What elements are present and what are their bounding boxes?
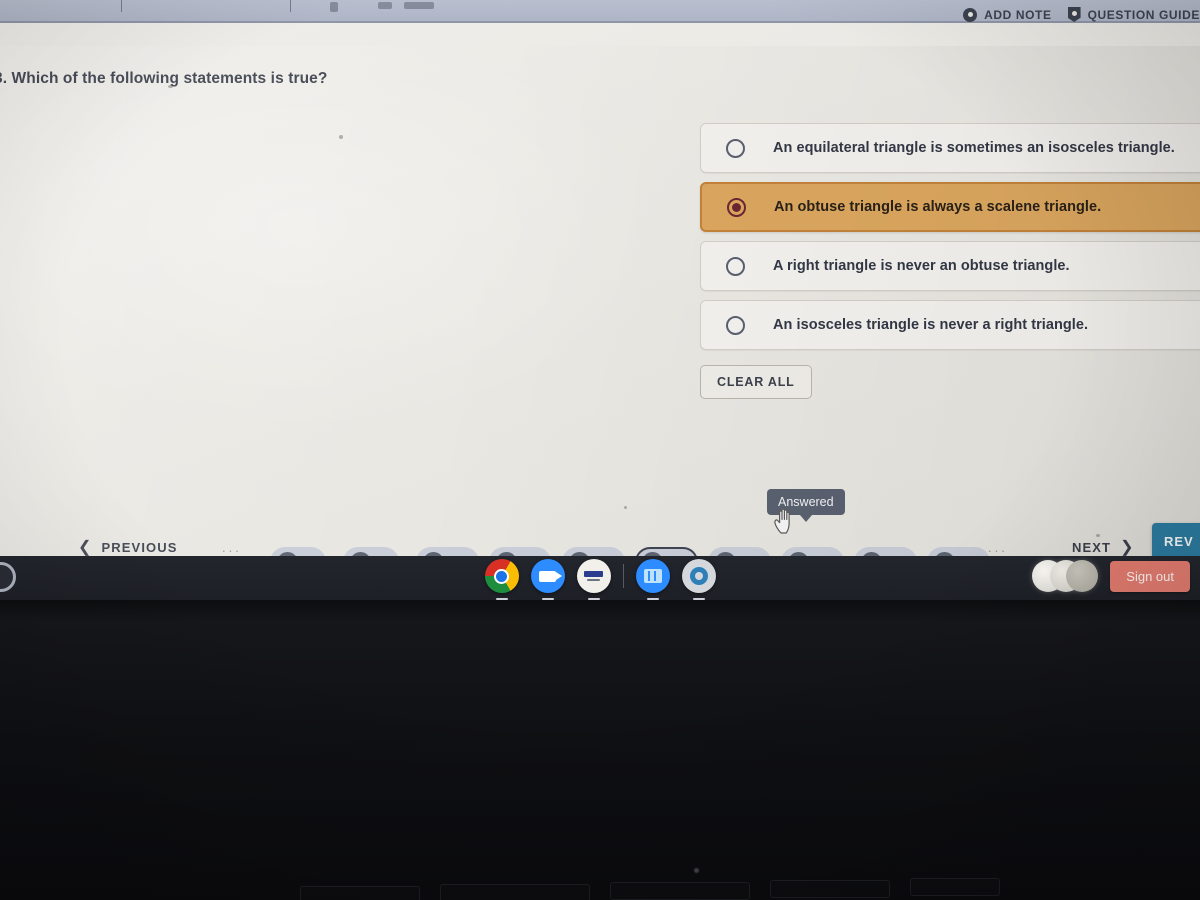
check-icon xyxy=(569,551,590,556)
page-number: 11 xyxy=(524,555,537,556)
page-button-12[interactable]: 12 xyxy=(562,547,625,556)
radio-button[interactable] xyxy=(726,256,745,276)
avatar-group[interactable] xyxy=(1032,560,1100,592)
keyboard-key xyxy=(440,884,590,900)
page-button-8[interactable]: 8 xyxy=(270,547,326,556)
radio-button[interactable] xyxy=(726,315,745,335)
question-guide-button[interactable]: QUESTION GUIDE xyxy=(1067,7,1200,22)
page-title: 3. Which of the following statements is … xyxy=(0,70,328,87)
shelf-status-area: Sign out xyxy=(1032,552,1190,600)
ellipsis-right: ... xyxy=(988,539,1008,555)
page-number: 12 xyxy=(597,555,611,556)
chevron-right-icon: ❯ xyxy=(1120,539,1135,556)
shelf-divider xyxy=(622,564,624,588)
check-icon xyxy=(423,551,444,556)
check-icon xyxy=(861,551,882,556)
page-number: 14 xyxy=(743,555,757,556)
radio-button-selected[interactable] xyxy=(727,197,746,217)
review-button[interactable]: REV xyxy=(1152,523,1200,556)
dust-speck xyxy=(624,506,627,509)
laptop-body: hp xyxy=(0,600,1200,900)
check-icon xyxy=(642,551,663,556)
page-number: 15 xyxy=(816,555,830,556)
page-number: 9 xyxy=(378,555,385,556)
add-note-label: ADD NOTE xyxy=(984,7,1052,22)
option-label: A right triangle is never an obtuse tria… xyxy=(773,258,1070,274)
page-number: 16 xyxy=(889,555,903,556)
answer-options: An equilateral triangle is sometimes an … xyxy=(700,123,1200,359)
bookmark-pin-icon xyxy=(1067,7,1081,22)
laptop-screen: ADD NOTE QUESTION GUIDE 3. Which of the … xyxy=(0,0,1200,556)
previous-button[interactable]: ❮ PREVIOUS xyxy=(78,537,178,556)
page-number: 10 xyxy=(451,555,465,556)
check-icon xyxy=(277,551,298,556)
screenshot-stage: hp Sign out xyxy=(0,0,1200,900)
page-button-9[interactable]: 9 xyxy=(343,547,399,556)
option-label: An equilateral triangle is sometimes an … xyxy=(773,140,1175,156)
chrome-icon[interactable] xyxy=(484,559,519,593)
page-button-16[interactable]: 16 xyxy=(854,547,917,556)
sign-out-button[interactable]: Sign out xyxy=(1110,560,1190,592)
zoom-icon[interactable] xyxy=(530,559,565,593)
page-button-10[interactable]: 10 xyxy=(416,547,479,556)
question-guide-label: QUESTION GUIDE xyxy=(1087,7,1200,22)
pagination-bar: ❮ PREVIOUS ... 8 9 10 11 12 13 14 15 16 17 ... NE… xyxy=(0,523,1200,556)
next-button[interactable]: NEXT ❯ xyxy=(1072,537,1135,556)
settings-gear-icon[interactable] xyxy=(681,559,716,593)
keyboard-key xyxy=(770,880,890,898)
page-button-15[interactable]: 15 xyxy=(781,547,844,556)
answered-tooltip: Answered xyxy=(767,489,845,515)
page-number: 13 xyxy=(670,555,684,556)
page-button-13[interactable]: 13 xyxy=(635,547,698,556)
keyboard-key xyxy=(910,878,1000,896)
clear-all-button[interactable]: CLEAR ALL xyxy=(700,365,812,399)
page-number: 17 xyxy=(962,555,976,556)
ellipsis-left: ... xyxy=(222,539,242,555)
keyboard-key xyxy=(300,886,420,900)
option-label: An isosceles triangle is never a right t… xyxy=(773,317,1089,333)
option-row-selected[interactable]: An obtuse triangle is always a scalene t… xyxy=(700,182,1200,232)
option-label: An obtuse triangle is always a scalene t… xyxy=(774,199,1102,215)
avatar xyxy=(1066,560,1099,592)
app-icon[interactable] xyxy=(576,559,611,593)
files-icon[interactable] xyxy=(635,559,670,593)
previous-label: PREVIOUS xyxy=(101,539,178,555)
quiz-app: ADD NOTE QUESTION GUIDE 3. Which of the … xyxy=(0,7,1200,556)
record-circle-icon xyxy=(963,7,978,22)
check-icon xyxy=(715,551,736,556)
laptop-indicator-dot xyxy=(694,868,699,873)
next-label: NEXT xyxy=(1072,539,1112,555)
option-row[interactable]: An equilateral triangle is sometimes an … xyxy=(700,123,1200,173)
page-button-11[interactable]: 11 xyxy=(489,547,552,556)
option-row[interactable]: A right triangle is never an obtuse tria… xyxy=(700,241,1200,291)
shelf-app-list xyxy=(0,552,1200,600)
page-number: 8 xyxy=(305,555,312,556)
check-icon xyxy=(350,551,371,556)
add-note-button[interactable]: ADD NOTE xyxy=(963,7,1052,22)
review-label: REV xyxy=(1164,533,1194,549)
page-button-17[interactable]: 17 xyxy=(927,547,990,556)
check-icon xyxy=(496,551,517,556)
check-icon xyxy=(934,551,955,556)
page-button-14[interactable]: 14 xyxy=(708,547,771,556)
option-row[interactable]: An isosceles triangle is never a right t… xyxy=(700,300,1200,350)
chevron-left-icon: ❮ xyxy=(78,539,93,556)
keyboard-key xyxy=(610,882,750,900)
quiz-toolbar: ADD NOTE QUESTION GUIDE xyxy=(963,7,1200,22)
check-icon xyxy=(788,551,809,556)
dust-speck xyxy=(339,135,343,139)
radio-button[interactable] xyxy=(726,138,745,158)
